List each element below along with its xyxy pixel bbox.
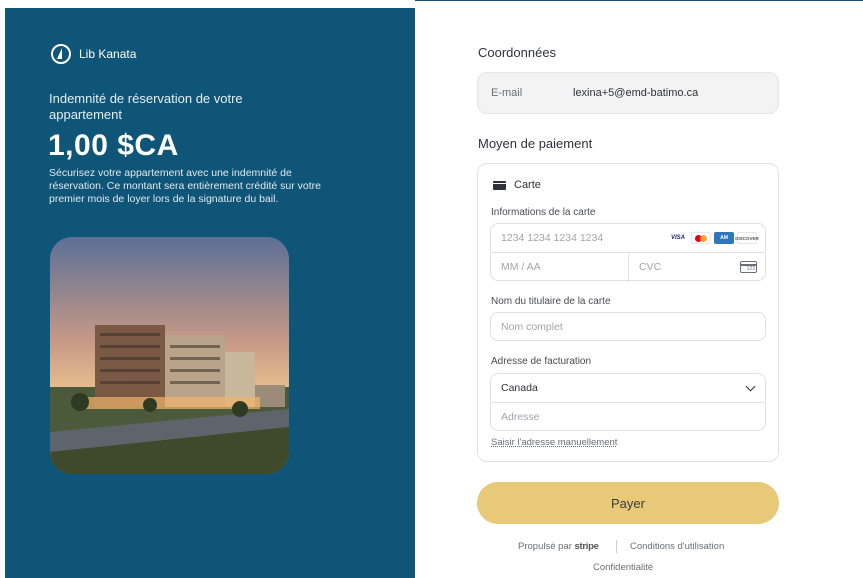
order-summary-panel: Lib Kanata Indemnité de réservation de v… bbox=[5, 8, 415, 578]
tab-card-label: Carte bbox=[514, 179, 541, 191]
payment-method-title: Moyen de paiement bbox=[478, 136, 593, 151]
total-amount: 1,00 $CA bbox=[48, 129, 179, 162]
cardholder-label: Nom du titulaire de la carte bbox=[491, 296, 611, 307]
address-placeholder: Adresse bbox=[501, 411, 540, 423]
payment-panel: Coordonnées E-mail lexina+5@emd-batimo.c… bbox=[415, 0, 863, 578]
brand-name: Lib Kanata bbox=[79, 47, 137, 61]
sail-logo-icon bbox=[51, 44, 71, 64]
payment-method-box: Carte Informations de la carte 1234 1234… bbox=[477, 163, 779, 462]
product-description: Sécurisez votre appartement avec une ind… bbox=[49, 167, 321, 205]
email-label: E-mail bbox=[491, 87, 523, 99]
powered-prefix: Propulsé par bbox=[518, 541, 572, 552]
building-photo bbox=[50, 237, 289, 474]
card-info-group: 1234 1234 1234 1234 VISA AM DISCOVER MM … bbox=[490, 223, 767, 282]
terms-link[interactable]: Conditions d'utilisation bbox=[630, 541, 724, 552]
product-name: Indemnité de réservation de votre appart… bbox=[49, 91, 243, 122]
email-value: lexina+5@emd-batimo.ca bbox=[573, 87, 699, 99]
card-number-input[interactable]: 1234 1234 1234 1234 VISA AM DISCOVER bbox=[491, 224, 765, 253]
card-brands: VISA AM DISCOVER bbox=[668, 232, 759, 244]
footer-divider bbox=[616, 540, 617, 553]
country-select[interactable]: Canada bbox=[491, 374, 765, 403]
cvc-placeholder: CVC bbox=[639, 261, 662, 273]
credit-card-icon bbox=[493, 180, 506, 190]
card-info-label: Informations de la carte bbox=[491, 207, 596, 218]
chevron-down-icon bbox=[745, 381, 756, 392]
card-number-placeholder: 1234 1234 1234 1234 bbox=[501, 232, 604, 244]
visa-icon: VISA bbox=[668, 232, 688, 244]
email-field[interactable]: E-mail lexina+5@emd-batimo.ca bbox=[477, 72, 779, 114]
amex-icon: AM bbox=[714, 232, 734, 244]
cardholder-placeholder: Nom complet bbox=[501, 321, 563, 333]
stripe-logo: stripe bbox=[574, 541, 599, 552]
cardholder-name-input[interactable]: Nom complet bbox=[490, 312, 766, 341]
pay-button[interactable]: Payer bbox=[477, 482, 779, 524]
address-input[interactable]: Adresse bbox=[491, 403, 765, 432]
discover-icon: DISCOVER bbox=[735, 232, 759, 244]
tab-card[interactable]: Carte bbox=[493, 179, 541, 191]
cvc-card-icon: 123 bbox=[740, 261, 757, 273]
expiry-input[interactable]: MM / AA bbox=[491, 253, 629, 282]
mastercard-icon bbox=[691, 232, 711, 244]
expiry-placeholder: MM / AA bbox=[501, 261, 541, 273]
manual-address-link[interactable]: Saisir l'adresse manuellement bbox=[491, 437, 617, 448]
billing-address-group: Canada Adresse bbox=[490, 373, 766, 431]
privacy-link[interactable]: Confidentialité bbox=[593, 562, 653, 573]
powered-by-stripe[interactable]: Propulsé par stripe bbox=[518, 541, 599, 552]
billing-address-label: Adresse de facturation bbox=[491, 356, 592, 367]
contact-title: Coordonnées bbox=[478, 45, 557, 60]
cvc-input[interactable]: CVC 123 bbox=[629, 253, 767, 282]
country-value: Canada bbox=[501, 382, 538, 394]
brand[interactable]: Lib Kanata bbox=[51, 44, 136, 64]
